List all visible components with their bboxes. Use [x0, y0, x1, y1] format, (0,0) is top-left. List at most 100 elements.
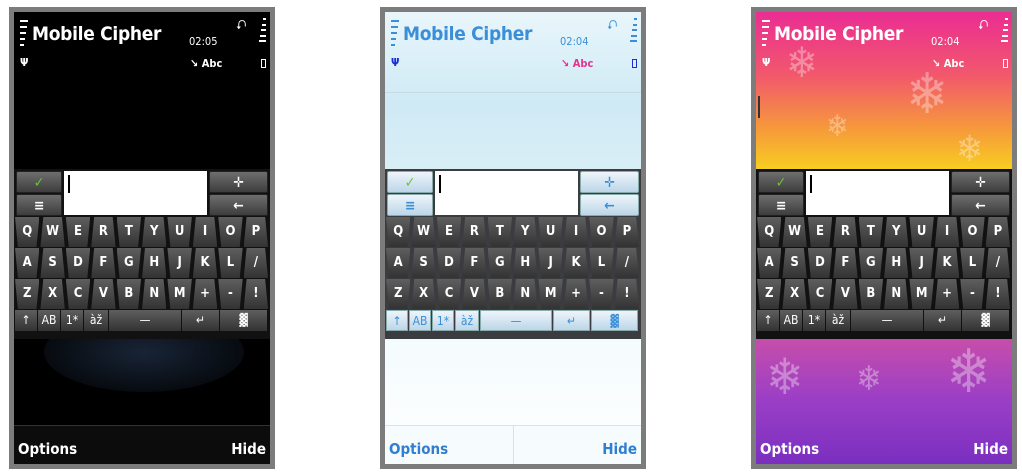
- key[interactable]: -: [589, 279, 614, 309]
- key[interactable]: G: [858, 248, 884, 278]
- key[interactable]: Q: [386, 217, 411, 247]
- space-key[interactable]: —: [851, 310, 923, 331]
- key[interactable]: A: [757, 248, 782, 278]
- key[interactable]: P: [243, 217, 269, 247]
- space-key[interactable]: —: [480, 310, 552, 331]
- layout-key[interactable]: ▓: [962, 310, 1009, 331]
- key[interactable]: -: [960, 279, 985, 309]
- key[interactable]: K: [934, 248, 960, 278]
- key[interactable]: T: [858, 217, 884, 247]
- menu-button[interactable]: ≡: [16, 194, 62, 216]
- case-key[interactable]: AB: [409, 310, 431, 331]
- key[interactable]: V: [833, 279, 858, 309]
- accents-key[interactable]: àž: [84, 310, 108, 331]
- key[interactable]: L: [218, 248, 243, 278]
- key[interactable]: T: [487, 217, 513, 247]
- key[interactable]: !: [614, 279, 640, 309]
- key[interactable]: +: [192, 279, 218, 309]
- enter-key[interactable]: ↵: [182, 310, 219, 331]
- key[interactable]: X: [411, 279, 436, 309]
- key[interactable]: Q: [757, 217, 782, 247]
- text-input[interactable]: [435, 171, 578, 215]
- key[interactable]: -: [218, 279, 243, 309]
- options-softkey[interactable]: Options: [389, 440, 448, 458]
- enter-key[interactable]: ↵: [924, 310, 961, 331]
- key[interactable]: J: [167, 248, 192, 278]
- key[interactable]: /: [614, 248, 640, 278]
- key[interactable]: J: [538, 248, 563, 278]
- move-button[interactable]: ✛: [951, 171, 1010, 193]
- key[interactable]: Z: [15, 279, 40, 309]
- key[interactable]: I: [192, 217, 218, 247]
- key[interactable]: D: [65, 248, 91, 278]
- key[interactable]: +: [934, 279, 960, 309]
- hide-softkey[interactable]: Hide: [231, 440, 266, 458]
- key[interactable]: Y: [513, 217, 538, 247]
- accents-key[interactable]: àž: [455, 310, 479, 331]
- key[interactable]: D: [807, 248, 833, 278]
- key[interactable]: S: [40, 248, 65, 278]
- case-key[interactable]: AB: [38, 310, 60, 331]
- key[interactable]: P: [614, 217, 640, 247]
- key[interactable]: Z: [386, 279, 411, 309]
- key[interactable]: M: [538, 279, 563, 309]
- key[interactable]: B: [858, 279, 884, 309]
- key[interactable]: !: [243, 279, 269, 309]
- key[interactable]: Y: [884, 217, 909, 247]
- key[interactable]: C: [65, 279, 91, 309]
- key[interactable]: U: [909, 217, 934, 247]
- key[interactable]: F: [833, 248, 858, 278]
- key[interactable]: W: [40, 217, 65, 247]
- backspace-button[interactable]: ←: [209, 194, 268, 216]
- key[interactable]: X: [782, 279, 807, 309]
- key[interactable]: /: [243, 248, 269, 278]
- key[interactable]: N: [142, 279, 167, 309]
- hide-softkey[interactable]: Hide: [973, 440, 1008, 458]
- key[interactable]: K: [192, 248, 218, 278]
- key[interactable]: G: [116, 248, 142, 278]
- move-button[interactable]: ✛: [580, 171, 639, 193]
- key[interactable]: G: [487, 248, 513, 278]
- key[interactable]: N: [884, 279, 909, 309]
- key[interactable]: K: [563, 248, 589, 278]
- key[interactable]: O: [218, 217, 243, 247]
- key[interactable]: W: [782, 217, 807, 247]
- menu-button[interactable]: ≡: [387, 194, 433, 216]
- key[interactable]: X: [40, 279, 65, 309]
- text-input[interactable]: [806, 171, 949, 215]
- key[interactable]: N: [513, 279, 538, 309]
- options-softkey[interactable]: Options: [18, 440, 77, 458]
- numbers-key[interactable]: 1*: [803, 310, 825, 331]
- key[interactable]: T: [116, 217, 142, 247]
- key[interactable]: H: [884, 248, 909, 278]
- menu-button[interactable]: ≡: [758, 194, 804, 216]
- key[interactable]: !: [985, 279, 1011, 309]
- key[interactable]: C: [436, 279, 462, 309]
- key[interactable]: U: [538, 217, 563, 247]
- key[interactable]: P: [985, 217, 1011, 247]
- space-key[interactable]: —: [109, 310, 181, 331]
- text-input[interactable]: [64, 171, 207, 215]
- key[interactable]: C: [807, 279, 833, 309]
- key[interactable]: U: [167, 217, 192, 247]
- key[interactable]: E: [807, 217, 833, 247]
- hide-softkey[interactable]: Hide: [602, 440, 637, 458]
- key[interactable]: Q: [15, 217, 40, 247]
- key[interactable]: S: [411, 248, 436, 278]
- numbers-key[interactable]: 1*: [61, 310, 83, 331]
- key[interactable]: W: [411, 217, 436, 247]
- numbers-key[interactable]: 1*: [432, 310, 454, 331]
- key[interactable]: H: [142, 248, 167, 278]
- key[interactable]: R: [833, 217, 858, 247]
- key[interactable]: L: [589, 248, 614, 278]
- enter-key[interactable]: ↵: [553, 310, 590, 331]
- key[interactable]: D: [436, 248, 462, 278]
- confirm-button[interactable]: ✓: [16, 171, 62, 193]
- confirm-button[interactable]: ✓: [758, 171, 804, 193]
- key[interactable]: /: [985, 248, 1011, 278]
- key[interactable]: E: [65, 217, 91, 247]
- layout-key[interactable]: ▓: [220, 310, 267, 331]
- key[interactable]: +: [563, 279, 589, 309]
- case-key[interactable]: AB: [780, 310, 802, 331]
- key[interactable]: A: [15, 248, 40, 278]
